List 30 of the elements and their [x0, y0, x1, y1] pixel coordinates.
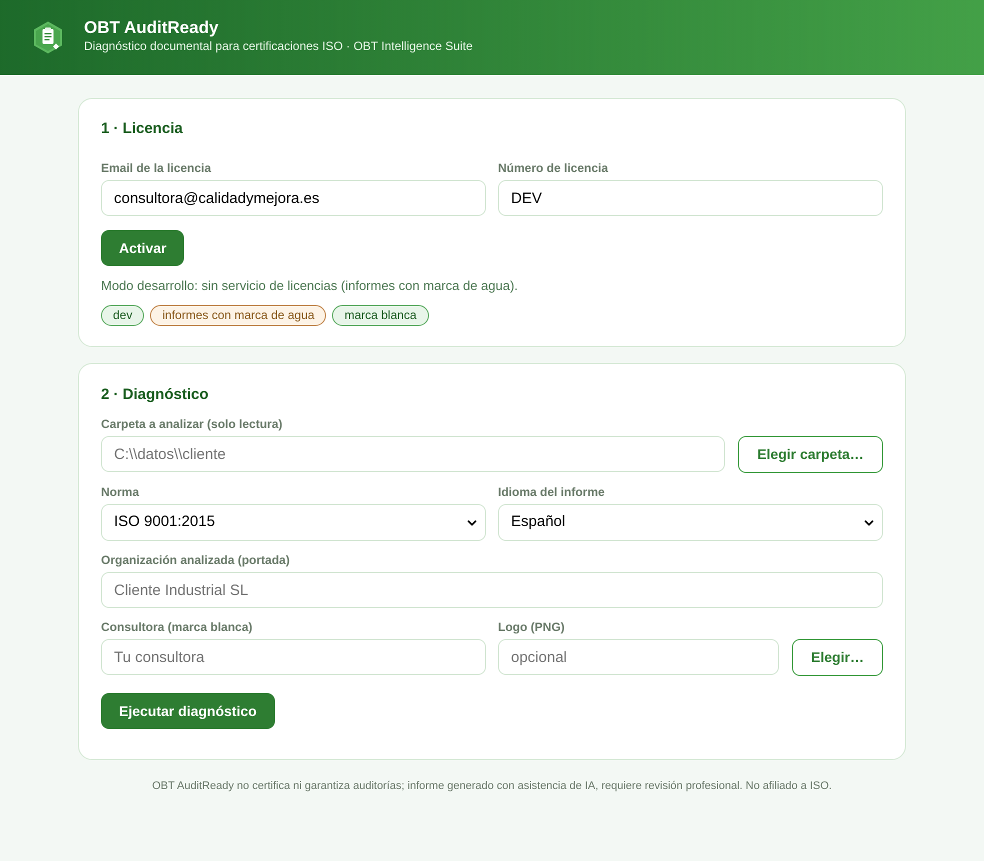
activate-button[interactable]: Activar: [101, 230, 184, 266]
field-label: Organización analizada (portada): [101, 552, 291, 568]
field-label: Carpeta a analizar (solo lectura): [101, 416, 284, 432]
dropdown-select[interactable]: Español: [498, 504, 883, 541]
field-label: Idioma del informe: [498, 484, 606, 500]
status-tag: marca blanca: [332, 305, 428, 326]
field-label: Logo (PNG): [498, 619, 566, 635]
text-input[interactable]: consultora@calidadymejora.es: [101, 180, 486, 216]
card-title: 1 · Licencia: [101, 119, 184, 139]
app-subtitle: Diagnóstico documental para certificaciones ISO · OBT Intelligence Suite: [84, 39, 473, 54]
choose-folder-button[interactable]: Elegir carpeta…: [738, 436, 883, 473]
logo-input[interactable]: opcional: [498, 639, 779, 675]
status-tag: dev: [101, 305, 144, 326]
dropdown-select[interactable]: ISO 9001:2015: [101, 504, 486, 541]
field-label: Norma: [101, 484, 140, 500]
status-text: Modo desarrollo: sin servicio de licencias (informes con marca de agua).: [101, 277, 519, 295]
hexagon-document-icon: [33, 21, 63, 54]
field-label: Email de la licencia: [101, 160, 212, 176]
choose-logo-button[interactable]: Elegir…: [792, 639, 883, 676]
consultancy-input[interactable]: Tu consultora: [101, 639, 486, 675]
field-label: Número de licencia: [498, 160, 610, 176]
app-title: OBT AuditReady: [84, 17, 220, 39]
run-diagnosis-button[interactable]: Ejecutar diagnóstico: [101, 693, 275, 729]
organization-input[interactable]: Cliente Industrial SL: [101, 572, 883, 608]
text-input[interactable]: DEV: [498, 180, 883, 216]
disclaimer-text: OBT AuditReady no certifica ni garantiza auditorías; informe generado con asistencia de IA, requiere revisión profesional. No afiliado a ISO.: [151, 779, 833, 794]
status-tag: informes con marca de agua: [150, 305, 326, 326]
folder-input[interactable]: C:\\datos\\cliente: [101, 436, 725, 472]
card-title: 2 · Diagnóstico: [101, 385, 210, 405]
field-label: Consultora (marca blanca): [101, 619, 254, 635]
